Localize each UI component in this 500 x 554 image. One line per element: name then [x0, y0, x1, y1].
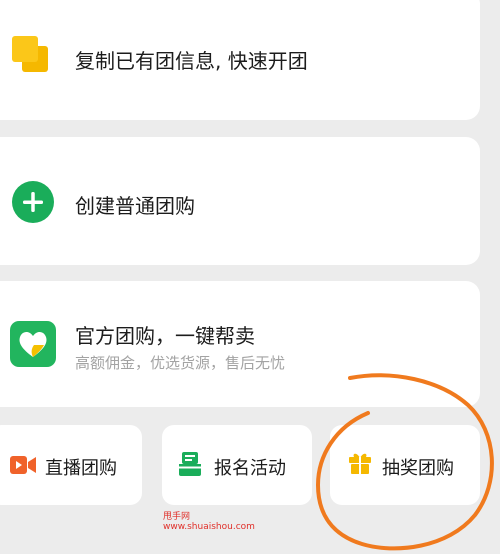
watermark-url: www.shuaishou.com — [163, 522, 255, 532]
copy-icon — [10, 34, 52, 76]
lottery-group-label: 抽奖团购 — [382, 458, 454, 479]
heart-app-icon — [10, 321, 56, 367]
gift-icon — [349, 452, 371, 474]
lottery-group-button[interactable]: 抽奖团购 — [330, 425, 480, 505]
copy-group-card[interactable]: 复制已有团信息, 快速开团 — [0, 0, 480, 120]
live-group-label: 直播团购 — [45, 458, 117, 479]
register-form-icon — [179, 452, 201, 476]
watermark-logo-text: 甩手网 — [163, 512, 191, 522]
plus-icon — [12, 181, 54, 223]
official-group-card[interactable]: 官方团购，一键帮卖 高额佣金，优选货源，售后无忧 — [0, 281, 480, 407]
register-activity-button[interactable]: 报名活动 — [162, 425, 312, 505]
create-group-card[interactable]: 创建普通团购 — [0, 137, 480, 265]
create-group-label: 创建普通团购 — [75, 194, 195, 218]
live-group-button[interactable]: 直播团购 — [0, 425, 142, 505]
official-group-label: 官方团购，一键帮卖 — [75, 324, 255, 348]
register-activity-label: 报名活动 — [214, 458, 286, 479]
official-group-sublabel: 高额佣金，优选货源，售后无忧 — [75, 354, 286, 372]
copy-group-label: 复制已有团信息, 快速开团 — [75, 49, 308, 73]
video-camera-icon — [10, 456, 36, 474]
